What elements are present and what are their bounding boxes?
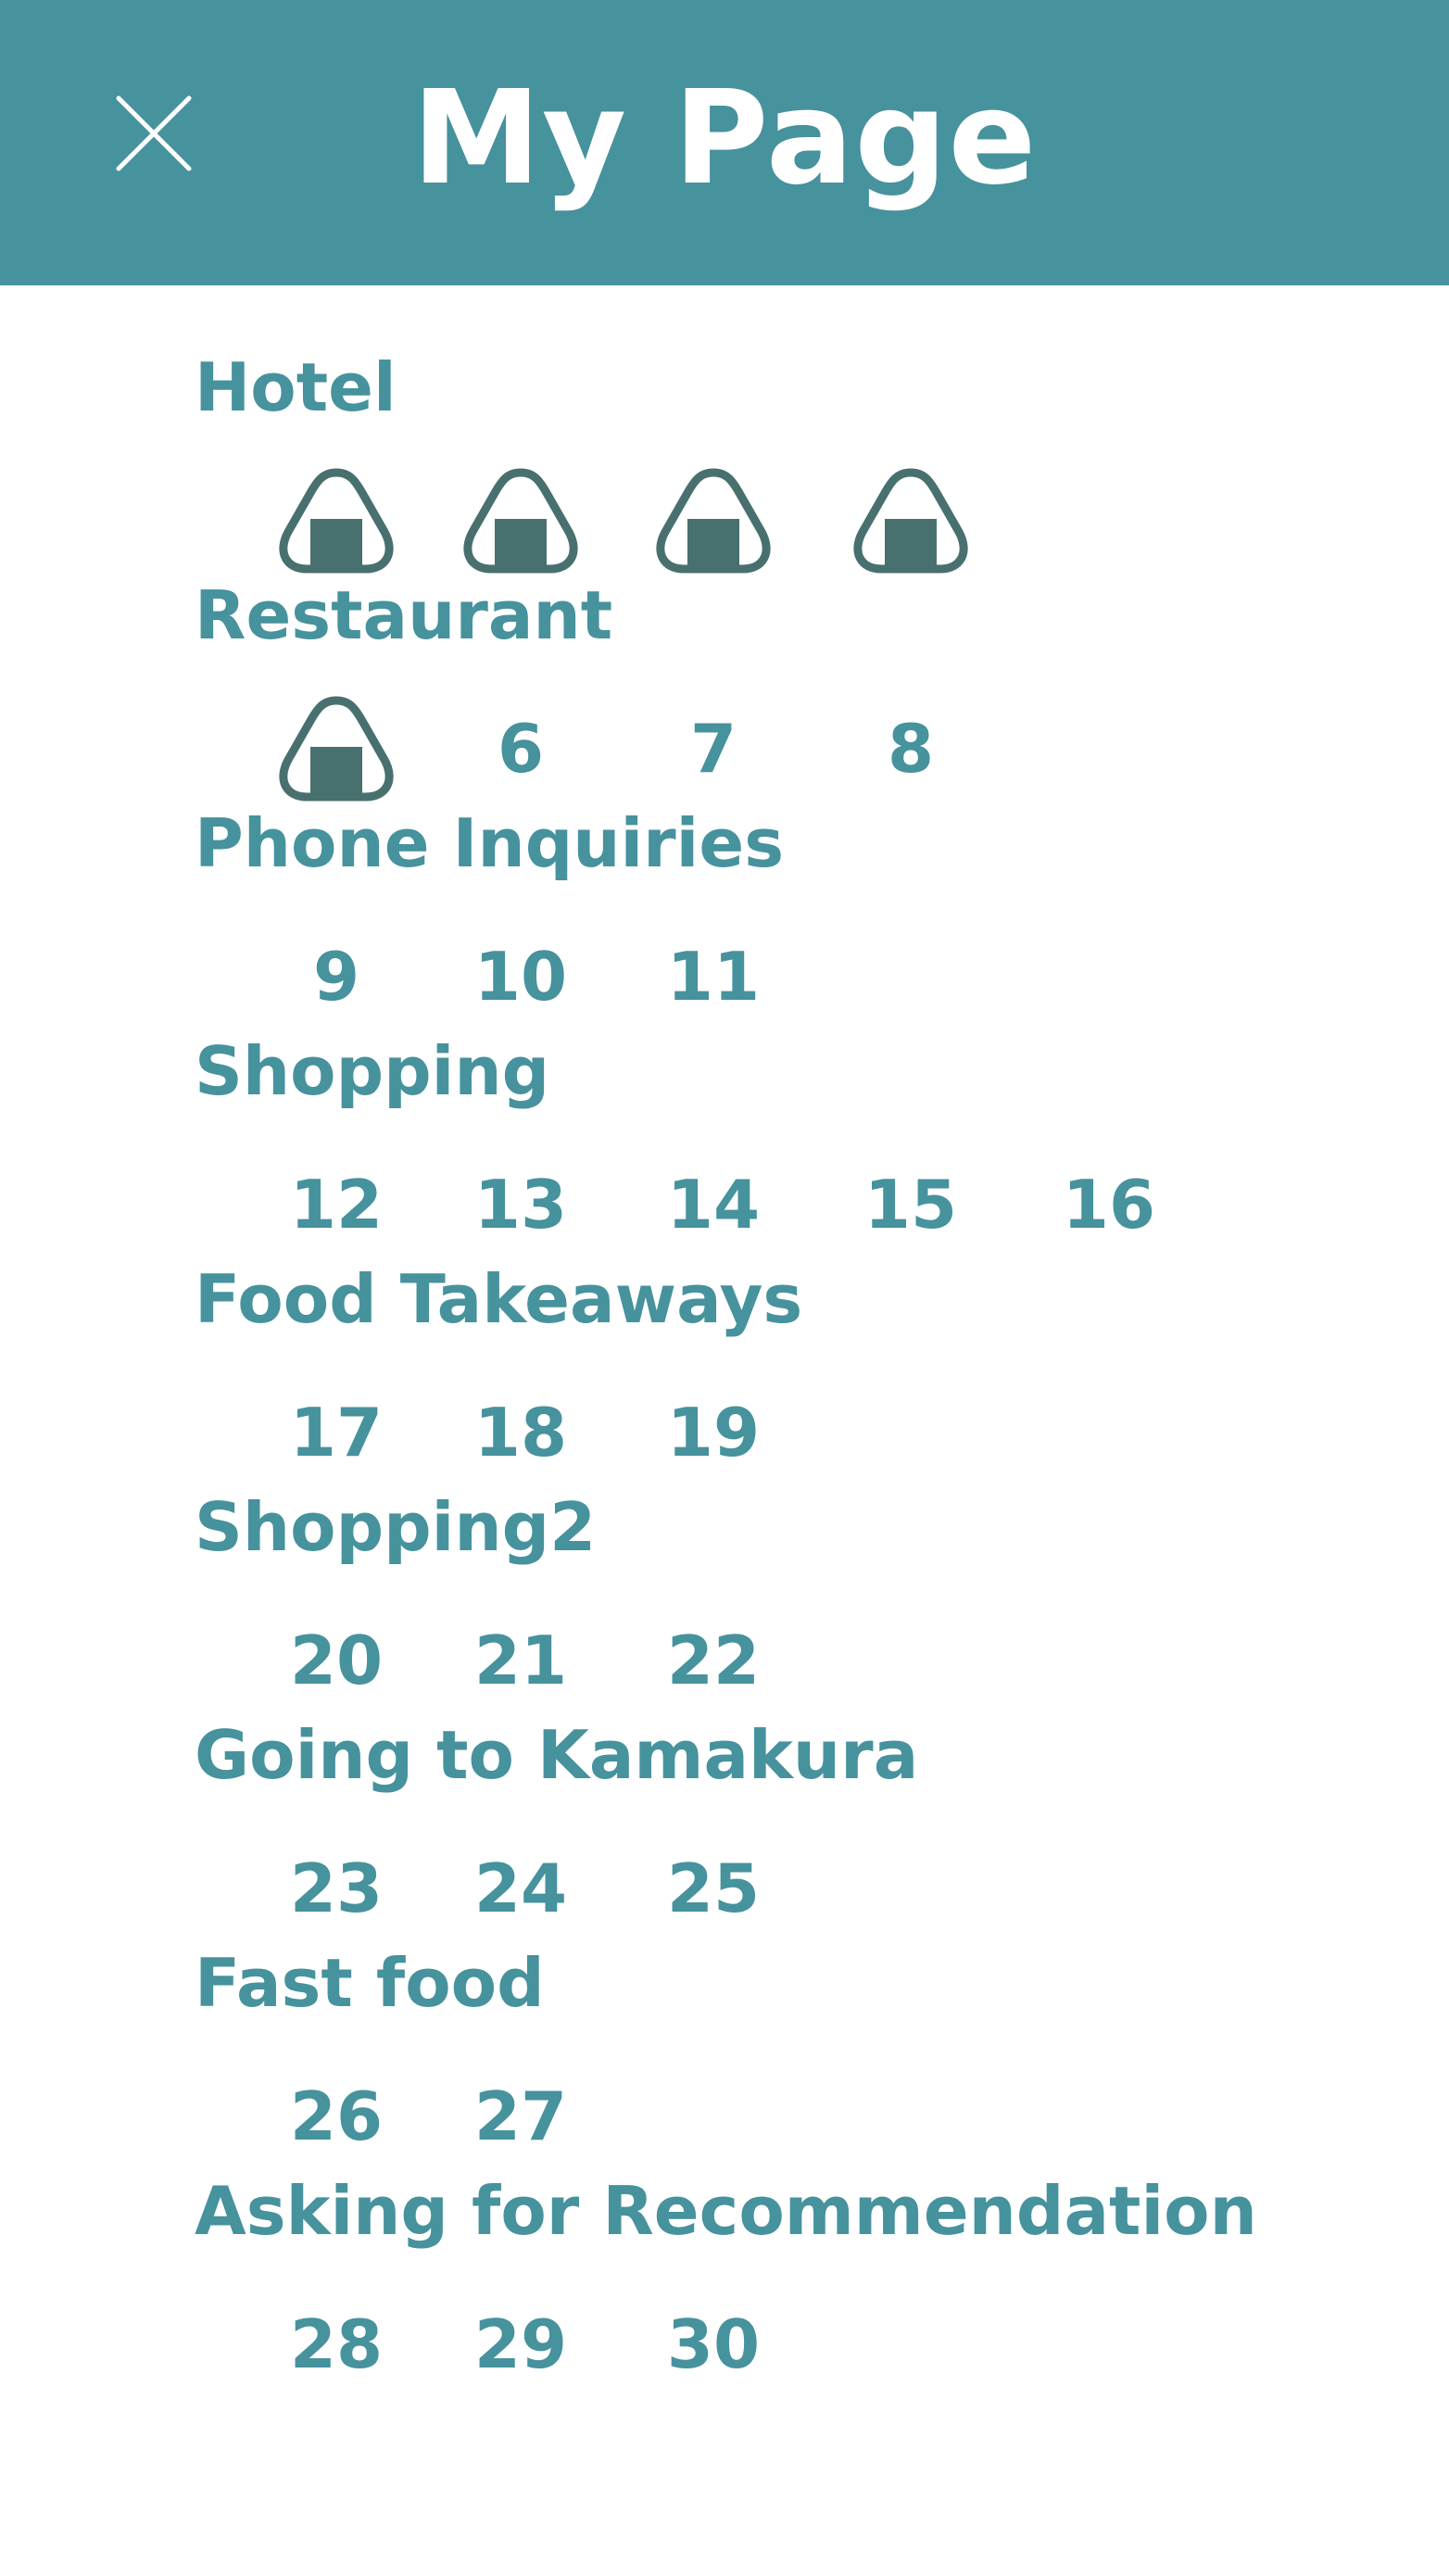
stage-button[interactable]: 25 (621, 1824, 806, 1953)
stage-button[interactable]: 18 (428, 1368, 613, 1497)
section-title: Food Takeaways (195, 1260, 803, 1338)
stage-button[interactable]: 20 (244, 1596, 429, 1725)
stage-button[interactable]: 16 (1016, 1140, 1202, 1269)
riceball-icon (851, 465, 970, 576)
stage-button[interactable]: 17 (244, 1368, 429, 1497)
header-bar: My Page (0, 0, 1449, 285)
stage-button[interactable]: 12 (244, 1140, 429, 1269)
stage-number: 11 (666, 938, 761, 1016)
stage-button[interactable]: 27 (428, 2052, 613, 2181)
stage-button[interactable]: 8 (818, 684, 1003, 814)
stage-button[interactable]: 29 (428, 2279, 613, 2409)
section-title: Phone Inquiries (195, 804, 785, 882)
stage-button[interactable]: 14 (621, 1140, 806, 1269)
stage-number: 24 (473, 1850, 568, 1927)
stage-number: 9 (312, 938, 360, 1016)
stage-number: 16 (1062, 1166, 1156, 1244)
stage-completed[interactable] (428, 456, 613, 586)
stage-number: 30 (666, 2305, 761, 2383)
section-title: Hotel (195, 348, 397, 426)
stage-button[interactable]: 26 (244, 2052, 429, 2181)
stage-number: 14 (666, 1166, 761, 1244)
close-button[interactable] (111, 91, 196, 176)
stage-number: 15 (863, 1166, 958, 1244)
section-title: Asking for Recommendation (195, 2172, 1257, 2250)
close-icon (116, 95, 192, 171)
riceball-icon (461, 465, 580, 576)
stage-number: 20 (289, 1622, 384, 1699)
stage-number: 22 (666, 1622, 761, 1699)
stage-button[interactable]: 22 (621, 1596, 806, 1725)
stage-button[interactable]: 15 (818, 1140, 1003, 1269)
stage-number: 6 (497, 710, 545, 788)
stage-number: 18 (473, 1394, 568, 1471)
stage-number: 19 (666, 1394, 761, 1471)
stage-button[interactable]: 24 (428, 1824, 613, 1953)
stage-button[interactable]: 19 (621, 1368, 806, 1497)
stage-button[interactable]: 7 (621, 684, 806, 814)
stage-button[interactable]: 28 (244, 2279, 429, 2409)
page-title: My Page (411, 63, 1038, 214)
section-title: Fast food (195, 1944, 545, 2022)
stage-number: 23 (289, 1850, 384, 1927)
stage-number: 29 (473, 2305, 568, 2383)
stage-number: 27 (473, 2077, 568, 2155)
stage-number: 21 (473, 1622, 568, 1699)
riceball-icon (654, 465, 773, 576)
stage-button[interactable]: 6 (428, 684, 613, 814)
stage-number: 7 (689, 710, 737, 788)
section-title: Shopping (195, 1032, 550, 1110)
stage-button[interactable]: 30 (621, 2279, 806, 2409)
stage-number: 12 (289, 1166, 384, 1244)
stage-completed[interactable] (244, 456, 429, 586)
section-title: Shopping2 (195, 1488, 597, 1566)
stage-button[interactable]: 21 (428, 1596, 613, 1725)
stage-number: 28 (289, 2305, 384, 2383)
stage-completed[interactable] (621, 456, 806, 586)
stage-number: 13 (473, 1166, 568, 1244)
stage-number: 25 (666, 1850, 761, 1927)
section-title: Restaurant (195, 576, 613, 654)
stage-button[interactable]: 23 (244, 1824, 429, 1953)
riceball-icon (277, 693, 396, 804)
stage-button[interactable]: 9 (244, 912, 429, 1042)
stage-button[interactable]: 13 (428, 1140, 613, 1269)
section-title: Going to Kamakura (195, 1716, 919, 1794)
stage-button[interactable]: 10 (428, 912, 613, 1042)
stage-number: 10 (473, 938, 568, 1016)
stage-number: 8 (887, 710, 935, 788)
stage-number: 26 (289, 2077, 384, 2155)
riceball-icon (277, 465, 396, 576)
stage-number: 17 (289, 1394, 384, 1471)
stage-completed[interactable] (818, 456, 1003, 586)
stage-button[interactable]: 11 (621, 912, 806, 1042)
stage-completed[interactable] (244, 684, 429, 814)
